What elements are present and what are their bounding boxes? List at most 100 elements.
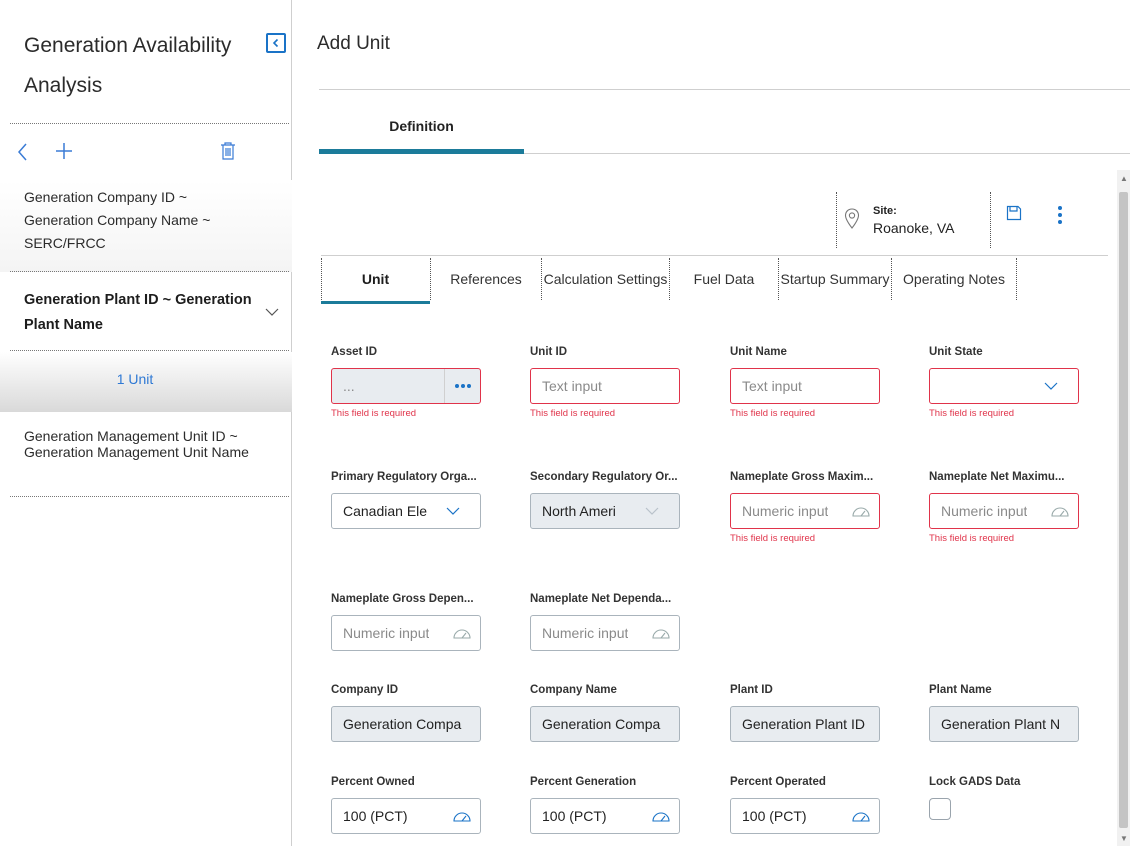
field-label: Unit Name: [730, 346, 787, 358]
tab-references[interactable]: References: [431, 256, 541, 302]
tab-fuel-data[interactable]: Fuel Data: [670, 256, 778, 302]
asset-id-input[interactable]: ...: [331, 368, 481, 404]
secondary-regulatory-field: Secondary Regulatory Or... North Ameri: [530, 471, 680, 529]
collapse-sidebar-button[interactable]: [266, 33, 286, 53]
field-value: Generation Plant N: [941, 716, 1061, 732]
scroll-thumb[interactable]: [1119, 192, 1128, 828]
nameplate-net-max-input[interactable]: Numeric input: [929, 493, 1079, 529]
field-label: Percent Generation: [530, 776, 637, 788]
primary-regulatory-select[interactable]: Canadian Ele: [331, 493, 481, 529]
required-error: This field is required: [730, 408, 816, 419]
unit-name-input[interactable]: Text input: [730, 368, 880, 404]
chevron-left-icon: [272, 38, 279, 48]
lock-gads-checkbox[interactable]: [929, 798, 951, 820]
field-label: Primary Regulatory Orga...: [331, 471, 477, 483]
field-placeholder: Numeric input: [742, 503, 829, 519]
company-name-field: Company Name Generation Compa: [530, 684, 680, 742]
field-value: 100 (PCT): [542, 808, 607, 824]
site-value: Roanoke, VA: [873, 220, 955, 236]
sidebar-item-mgmt-unit[interactable]: Generation Management Unit ID ~ Generati…: [24, 428, 264, 460]
chevron-down-icon: [1044, 382, 1058, 390]
chevron-down-icon: [446, 507, 460, 515]
tab-unit[interactable]: Unit: [321, 256, 430, 302]
browse-button[interactable]: [444, 369, 480, 403]
field-label: Asset ID: [331, 346, 378, 358]
plant-id-input[interactable]: Generation Plant ID: [730, 706, 880, 742]
percent-owned-field: Percent Owned 100 (PCT): [331, 776, 481, 834]
tab-definition[interactable]: Definition: [319, 118, 524, 134]
field-label: Plant ID: [730, 684, 773, 696]
site-label: Site:: [873, 205, 897, 217]
nameplate-net-dep-input[interactable]: Numeric input: [530, 615, 680, 651]
tab-active-indicator: [319, 149, 524, 154]
percent-generation-input[interactable]: 100 (PCT): [530, 798, 680, 834]
scrollbar[interactable]: ▲ ▼: [1117, 170, 1130, 846]
nameplate-gross-max-input[interactable]: Numeric input: [730, 493, 880, 529]
nameplate-gross-dep-input[interactable]: Numeric input: [331, 615, 481, 651]
field-label: Lock GADS Data: [929, 776, 1021, 788]
percent-operated-field: Percent Operated 100 (PCT): [730, 776, 880, 834]
form-content: Site: Roanoke, VA Unit References Calcul…: [293, 170, 1118, 846]
chevron-down-icon: [645, 507, 659, 515]
asset-id-field: Asset ID ... This field is required: [331, 346, 481, 419]
tab-calculation-settings[interactable]: Calculation Settings: [542, 256, 669, 302]
sidebar-item-label: 1 Unit: [116, 371, 154, 387]
tab-active-indicator: [321, 301, 430, 304]
gauge-icon: [1051, 507, 1069, 517]
save-icon[interactable]: [1006, 205, 1022, 221]
unit-tabs: Unit References Calculation Settings Fue…: [321, 255, 1108, 305]
unit-id-field: Unit ID Text input This field is require…: [530, 346, 680, 419]
field-placeholder: Text input: [542, 378, 602, 394]
field-value: Canadian Ele: [343, 503, 427, 519]
unit-id-input[interactable]: Text input: [530, 368, 680, 404]
field-value: 100 (PCT): [742, 808, 807, 824]
field-label: Company Name: [530, 684, 617, 696]
scroll-down-icon[interactable]: ▼: [1120, 834, 1128, 843]
field-label: Unit State: [929, 346, 983, 358]
field-placeholder: Numeric input: [941, 503, 1028, 519]
divider: [10, 271, 289, 272]
secondary-regulatory-select[interactable]: North Ameri: [530, 493, 680, 529]
add-icon[interactable]: [54, 141, 74, 161]
primary-regulatory-field: Primary Regulatory Orga... Canadian Ele: [331, 471, 481, 529]
gauge-icon: [852, 507, 870, 517]
percent-generation-field: Percent Generation 100 (PCT): [530, 776, 680, 834]
percent-operated-input[interactable]: 100 (PCT): [730, 798, 880, 834]
company-id-input[interactable]: Generation Compa: [331, 706, 481, 742]
nameplate-gross-max-field: Nameplate Gross Maxim... Numeric input T…: [730, 471, 880, 544]
required-error: This field is required: [331, 408, 417, 419]
plant-id-field: Plant ID Generation Plant ID: [730, 684, 880, 742]
chevron-down-icon[interactable]: [264, 307, 280, 317]
required-error: This field is required: [730, 533, 816, 544]
percent-owned-input[interactable]: 100 (PCT): [331, 798, 481, 834]
delete-icon[interactable]: [219, 141, 237, 161]
tab-startup-summary[interactable]: Startup Summary: [779, 256, 891, 302]
back-icon[interactable]: [16, 142, 30, 162]
field-value: 100 (PCT): [343, 808, 408, 824]
more-options-icon[interactable]: [1057, 205, 1063, 225]
company-id-field: Company ID Generation Compa: [331, 684, 481, 742]
field-label: Secondary Regulatory Or...: [530, 471, 678, 483]
location-pin-icon: [844, 208, 860, 229]
divider: [990, 192, 991, 248]
sidebar-item-company[interactable]: Generation Company ID ~ Generation Compa…: [0, 180, 292, 272]
plant-name-field: Plant Name Generation Plant N: [929, 684, 1079, 742]
field-placeholder: Numeric input: [343, 625, 430, 641]
unit-state-select[interactable]: [929, 368, 1079, 404]
sidebar-item-label: Generation Company ID ~ Generation Compa…: [24, 189, 211, 251]
sidebar-item-units[interactable]: 1 Unit: [0, 352, 292, 412]
company-name-input[interactable]: Generation Compa: [530, 706, 680, 742]
unit-name-field: Unit Name Text input This field is requi…: [730, 346, 880, 419]
divider: [10, 350, 289, 351]
field-value: Generation Plant ID: [742, 716, 865, 732]
scroll-up-icon[interactable]: ▲: [1120, 174, 1128, 183]
nameplate-gross-dep-field: Nameplate Gross Depen... Numeric input: [331, 593, 481, 651]
tab-operating-notes[interactable]: Operating Notes: [892, 256, 1016, 302]
divider: [836, 192, 837, 248]
main-panel: Add Unit Definition Site: Roanoke, VA Un…: [293, 0, 1130, 846]
gauge-icon: [652, 629, 670, 639]
plant-name-input[interactable]: Generation Plant N: [929, 706, 1079, 742]
sidebar-item-plant[interactable]: Generation Plant ID ~ Generation Plant N…: [24, 288, 274, 338]
page-title: Add Unit: [317, 33, 390, 54]
field-label: Nameplate Gross Depen...: [331, 593, 474, 605]
